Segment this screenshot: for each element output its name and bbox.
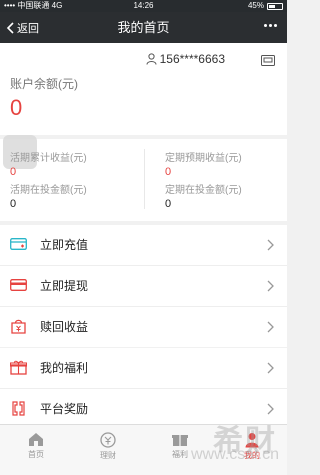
current-invest-value: 0 — [10, 198, 17, 210]
menu-label-recharge: 立即充值 — [40, 238, 89, 252]
status-time: 14:26 — [133, 1, 154, 10]
chevron-right-icon — [267, 362, 274, 374]
gift-icon — [10, 360, 27, 375]
current-invest-label: 活期在投金额(元) — [10, 185, 87, 196]
bank-card-icon — [261, 55, 275, 66]
fixed-invest-label: 定期在投金额(元) — [165, 185, 242, 196]
chevron-right-icon — [267, 239, 274, 251]
action-menu: 立即充值 立即提现 赎回收益 — [0, 225, 287, 347]
account-panel: 156****6663 账户余额(元) 0 — [0, 43, 287, 135]
page-title: 我的首页 — [117, 20, 170, 35]
withdraw-card-icon — [10, 279, 27, 291]
menu-item-withdraw[interactable]: 立即提现 — [0, 266, 287, 307]
user-icon — [146, 53, 157, 65]
tab-label-finance: 理财 — [100, 451, 116, 460]
chevron-left-icon — [6, 21, 14, 34]
back-button[interactable]: 返回 — [6, 12, 39, 43]
fixed-expected-stat: 定期预期收益(元) 0 — [165, 149, 242, 178]
menu-label-withdraw: 立即提现 — [40, 279, 89, 293]
navigation-bar: 返回 我的首页 — [0, 12, 287, 43]
gift-tab-icon — [172, 435, 188, 446]
battery-percent: 45% — [247, 1, 264, 10]
more-dot-icon — [274, 24, 277, 27]
more-dot-icon — [269, 24, 272, 27]
back-label: 返回 — [17, 22, 39, 35]
fixed-expected-label: 定期预期收益(元) — [165, 153, 242, 164]
home-icon — [29, 433, 43, 446]
menu-item-recharge[interactable]: 立即充值 — [0, 225, 287, 266]
menu-item-redeem[interactable]: 赎回收益 — [0, 307, 287, 347]
menu-item-benefits[interactable]: 我的福利 — [0, 348, 287, 389]
balance-label: 账户余额(元) — [10, 77, 78, 91]
stats-divider — [144, 149, 145, 209]
earnings-stats: 活期累计收益(元) 0 定期预期收益(元) 0 活期在投金额(元) 0 定期在投… — [0, 135, 287, 221]
menu-label-benefits: 我的福利 — [40, 361, 89, 375]
balance-value: 0 — [10, 95, 23, 120]
menu-label-rewards: 平台奖励 — [40, 402, 89, 416]
tab-finance[interactable]: 理财 — [72, 425, 144, 475]
menu-label-redeem: 赎回收益 — [40, 320, 89, 334]
phone-number: 156****6663 — [159, 52, 225, 66]
status-bar: •••• 中国联通 4G 14:26 45% — [0, 0, 287, 12]
bank-card-button[interactable] — [261, 53, 275, 71]
redeem-bag-icon — [11, 319, 26, 334]
recharge-card-icon — [10, 238, 27, 250]
tab-home[interactable]: 首页 — [0, 425, 72, 475]
reward-icon — [12, 401, 25, 416]
chevron-right-icon — [267, 321, 274, 333]
status-right-group: 45% — [248, 0, 283, 12]
tab-label-gift: 福利 — [172, 450, 188, 459]
finance-icon — [100, 432, 116, 448]
fixed-expected-value: 0 — [165, 166, 172, 178]
chevron-right-icon — [267, 403, 274, 415]
chevron-right-icon — [267, 280, 274, 292]
battery-icon — [267, 2, 283, 10]
more-dot-icon — [264, 24, 267, 27]
more-menu-button[interactable] — [264, 24, 277, 27]
tab-label-home: 首页 — [28, 450, 44, 459]
fixed-invest-stat: 定期在投金额(元) 0 — [165, 181, 242, 210]
current-income-label: 活期累计收益(元) — [10, 153, 87, 164]
user-phone[interactable]: 156****6663 — [146, 52, 225, 66]
current-income-value: 0 — [10, 166, 17, 178]
watermark-url: www.csai.cn — [190, 446, 279, 463]
current-income-stat: 活期累计收益(元) 0 — [10, 149, 87, 178]
fixed-invest-value: 0 — [165, 198, 172, 210]
current-invest-stat: 活期在投金额(元) 0 — [10, 181, 87, 210]
